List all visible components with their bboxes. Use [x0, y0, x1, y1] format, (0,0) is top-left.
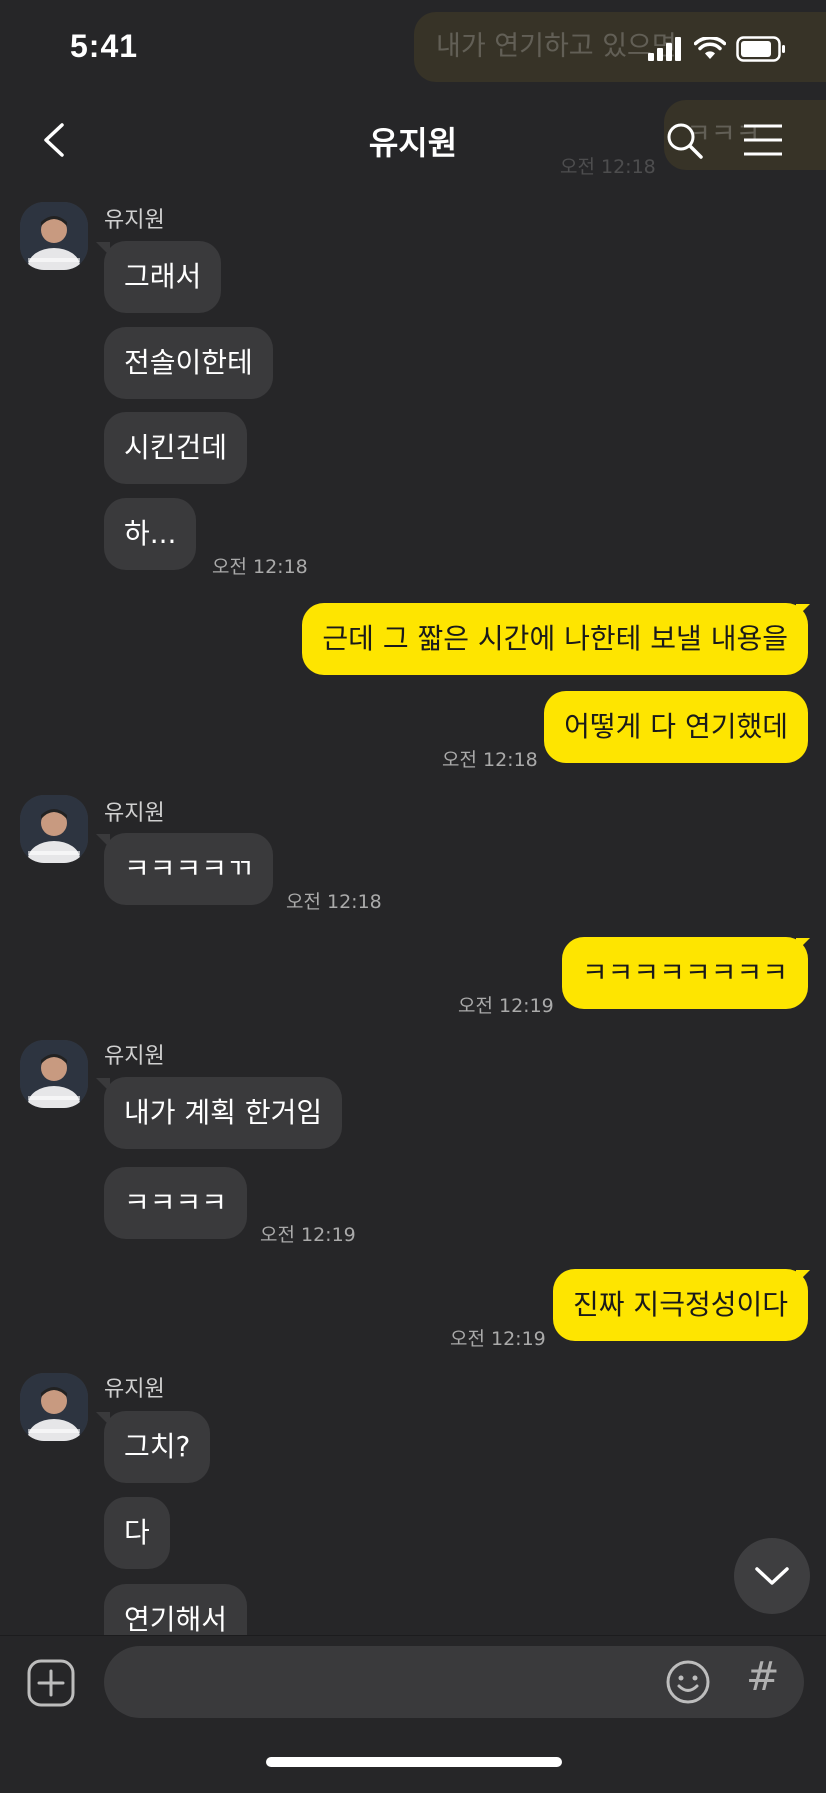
sender-name: 유지원: [104, 1044, 165, 1069]
avatar[interactable]: [20, 202, 88, 270]
status-icons: [648, 36, 786, 62]
message-bubble[interactable]: 다: [104, 1497, 170, 1569]
home-indicator[interactable]: [266, 1757, 562, 1767]
message-bubble[interactable]: 어떻게 다 연기했데: [544, 691, 808, 763]
message-timestamp: 오전 12:19: [260, 1224, 356, 1246]
message-bubble[interactable]: 그래서: [104, 241, 222, 313]
avatar[interactable]: [20, 1040, 88, 1108]
message-timestamp: 오전 12:18: [442, 749, 538, 771]
chevron-down-icon: [755, 1567, 789, 1585]
profile-photo-icon: [20, 1373, 88, 1441]
message-bubble[interactable]: ㅋㅋㅋㅋㅋㅋㅋㅋ: [561, 937, 808, 1009]
message-timestamp: 오전 12:18: [212, 556, 308, 578]
hashtag-search-button[interactable]: #: [746, 1654, 780, 1700]
wifi-icon: [694, 37, 726, 59]
message-timestamp: 오전 12:19: [458, 995, 554, 1017]
sender-name: 유지원: [104, 1377, 165, 1402]
emoji-icon[interactable]: [664, 1658, 712, 1706]
hamburger-menu-icon[interactable]: [742, 122, 784, 158]
profile-photo-icon: [20, 202, 88, 270]
message-input-bar: #: [0, 1635, 826, 1793]
profile-photo-icon: [20, 795, 88, 863]
sender-name: 유지원: [104, 801, 165, 826]
notification-preview-text: 내가 연기하고 있으면: [436, 31, 677, 62]
message-bubble[interactable]: 내가 계획 한거임: [104, 1077, 343, 1149]
message-bubble[interactable]: 시킨건데: [104, 412, 248, 484]
message-timestamp: 오전 12:18: [286, 891, 382, 913]
message-bubble[interactable]: 연기해서: [104, 1584, 248, 1635]
status-bar: 내가 연기하고 있으면 5:41: [0, 0, 826, 100]
message-timestamp: 오전 12:19: [450, 1328, 546, 1350]
message-bubble[interactable]: 전솔이한테: [104, 327, 273, 399]
message-bubble[interactable]: 진짜 지극정성이다: [553, 1269, 808, 1341]
message-bubble[interactable]: 그치?: [104, 1411, 211, 1483]
chat-messages[interactable]: 유지원 그래서 전솔이한테 시킨건데 하... 오전 12:18 근데 그 짧은…: [0, 180, 826, 1635]
profile-photo-icon: [20, 1040, 88, 1108]
battery-icon: [736, 36, 785, 62]
message-bubble[interactable]: ㅋㅋㅋㅋㄲ: [104, 833, 273, 905]
scroll-to-bottom-button[interactable]: [734, 1538, 810, 1614]
avatar[interactable]: [20, 795, 88, 863]
search-icon[interactable]: [664, 120, 704, 160]
status-time: 5:41: [70, 28, 139, 64]
signal-icon: [648, 37, 681, 61]
avatar[interactable]: [20, 1373, 88, 1441]
sender-name: 유지원: [104, 208, 165, 233]
chat-header: ㅋㅋㅋ 오전 12:18 유지원: [0, 100, 826, 180]
message-bubble[interactable]: ㅋㅋㅋㅋ: [104, 1167, 248, 1239]
message-bubble[interactable]: 근데 그 짧은 시간에 나한테 보낼 내용을: [302, 603, 808, 675]
plus-icon[interactable]: [26, 1658, 76, 1708]
message-bubble[interactable]: 하...: [104, 498, 197, 570]
